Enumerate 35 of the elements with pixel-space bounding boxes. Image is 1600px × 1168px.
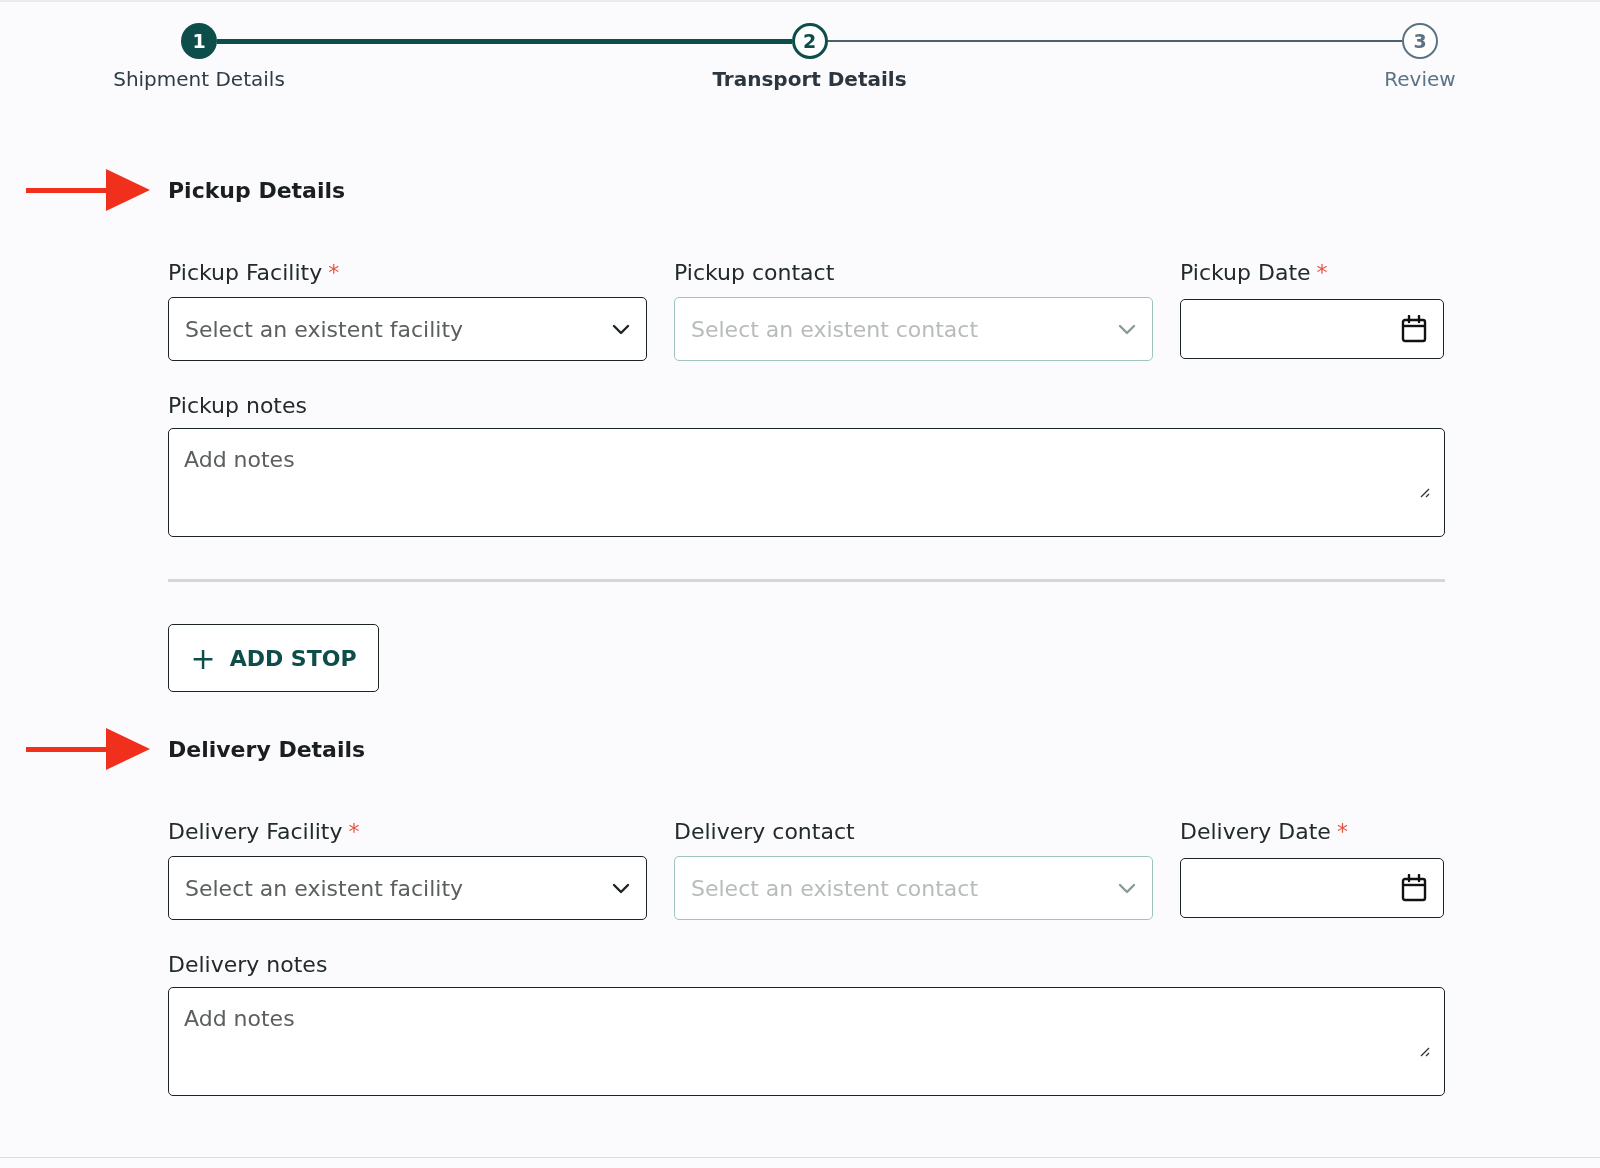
field-label: Pickup Facility [168, 260, 323, 285]
chevron-down-icon [612, 882, 630, 894]
field-label: Pickup Date [1180, 260, 1311, 285]
dropdown-field[interactable]: Select an existent facility [168, 856, 647, 920]
step-number: 1 [181, 23, 217, 59]
field-label: Delivery contact [674, 819, 855, 844]
resize-handle-icon[interactable] [1418, 486, 1430, 498]
required-mark: * [1316, 260, 1328, 285]
notes-field[interactable]: Add notes [168, 987, 1445, 1096]
field-label: Delivery notes [168, 952, 329, 977]
step-label: Shipment Details [113, 67, 285, 91]
notes-field[interactable]: Add notes [168, 428, 1445, 537]
chevron-down-icon [612, 323, 630, 335]
calendar-icon[interactable] [1401, 315, 1427, 343]
field-label: Delivery Date [1180, 819, 1331, 844]
step-number: 3 [1402, 23, 1438, 59]
required-mark: * [348, 819, 360, 844]
calendar-icon[interactable] [1401, 874, 1427, 902]
field-label: Pickup contact [674, 260, 835, 285]
dropdown-field[interactable]: Select an existent facility [168, 297, 647, 361]
field-label: Pickup notes [168, 393, 308, 418]
required-mark: * [1336, 819, 1348, 844]
date-field[interactable] [1180, 858, 1444, 918]
chevron-down-icon [1118, 882, 1136, 894]
resize-handle-icon[interactable] [1418, 1045, 1430, 1057]
field-label: Delivery Facility [168, 819, 343, 844]
chevron-down-icon [1118, 323, 1136, 335]
section-title: Delivery Details [168, 736, 366, 762]
step-label: Transport Details [712, 67, 907, 91]
add-stop-button[interactable]: + ADD STOP [168, 624, 379, 692]
step-label: Review [1384, 67, 1456, 91]
section-title: Pickup Details [168, 177, 346, 203]
step-number: 2 [791, 23, 828, 59]
date-field[interactable] [1180, 299, 1444, 359]
required-mark: * [328, 260, 340, 285]
